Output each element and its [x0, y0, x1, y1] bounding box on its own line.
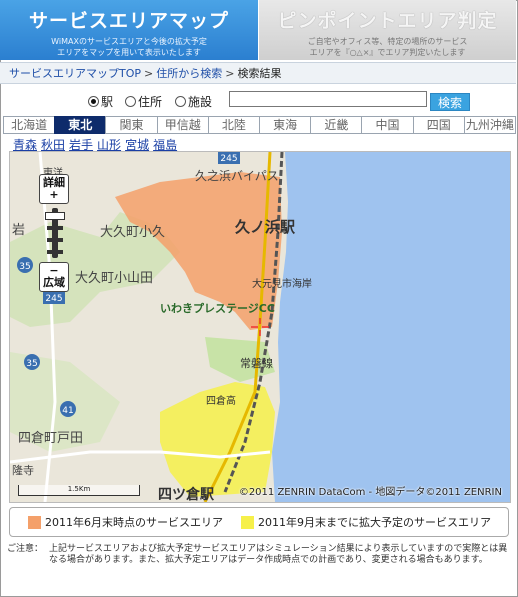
- tab-title: ピンポイントエリア判定: [277, 10, 498, 32]
- breadcrumb-separator: >: [144, 67, 154, 80]
- radio-label: 駅: [101, 95, 114, 109]
- breadcrumb-separator: >: [225, 67, 235, 80]
- search-form: 駅 住所 施設 検索: [0, 91, 516, 113]
- map-canvas[interactable]: 久之浜バイパス 久ノ浜駅 大久町小久 大久町小山田 大元見市海岸 いわきプレステ…: [10, 152, 510, 502]
- region-tabs: 北海道 東北 関東 甲信越 北陸 東海 近畿 中国 四国 九州沖縄: [3, 116, 517, 134]
- legend-swatch-current: [28, 515, 41, 529]
- pref-link-miyagi[interactable]: 宮城: [125, 138, 149, 152]
- region-tab-kyushu-okinawa[interactable]: 九州沖縄: [463, 116, 517, 134]
- tab-subtitle: エリアを『○△×』でエリア判定いたします: [309, 48, 466, 57]
- region-tab-tohoku[interactable]: 東北: [54, 116, 107, 134]
- plus-icon: +: [49, 188, 59, 201]
- breadcrumb-current: 検索結果: [237, 67, 282, 80]
- zoom-slider[interactable]: [39, 208, 71, 258]
- radio-label: 住所: [138, 95, 163, 109]
- svg-text:41: 41: [62, 406, 73, 416]
- pref-link-iwate[interactable]: 岩手: [69, 138, 93, 152]
- breadcrumb: サービスエリアマップTOP > 住所から検索 > 検索結果: [0, 62, 516, 84]
- map-label: 隆寺: [12, 463, 34, 477]
- region-tab-hokkaido[interactable]: 北海道: [3, 116, 56, 134]
- zoom-control: 詳細 + − 広域: [39, 174, 71, 292]
- map-label: 四倉町戸田: [18, 431, 83, 446]
- zoom-tick: [47, 250, 63, 254]
- disclaimer-label: ご注意：: [7, 544, 44, 554]
- region-tab-chugoku[interactable]: 中国: [361, 116, 414, 134]
- radio-facility[interactable]: 施設: [175, 93, 212, 110]
- tab-subtitle: エリアをマップを用いて表示いたします: [57, 48, 201, 57]
- map-copyright: ©2011 ZENRIN DataCom - 地図データ©2011 ZENRIN: [238, 487, 502, 498]
- breadcrumb-top-link[interactable]: サービスエリアマップTOP: [9, 67, 141, 80]
- svg-text:245: 245: [45, 294, 62, 304]
- radio-station[interactable]: 駅: [88, 93, 113, 110]
- map-label: 常磐線: [240, 356, 273, 370]
- map-label: 大久町小久: [100, 225, 165, 240]
- radio-dot: [88, 96, 99, 107]
- map-label: 久之浜バイパス: [195, 169, 279, 183]
- svg-text:35: 35: [26, 359, 37, 369]
- region-tab-tokai[interactable]: 東海: [259, 116, 312, 134]
- route-shield-icon: 35: [17, 257, 33, 273]
- disclaimer: ご注意： 上記サービスエリアおよび拡大予定サービスエリアはシミュレーション結果に…: [7, 544, 511, 566]
- coverage-map[interactable]: 久之浜バイパス 久ノ浜駅 大久町小久 大久町小山田 大元見市海岸 いわきプレステ…: [9, 151, 511, 503]
- pref-link-aomori[interactable]: 青森: [13, 138, 37, 152]
- search-input[interactable]: [229, 91, 427, 107]
- zoom-out-label: 広域: [43, 276, 65, 289]
- radio-label: 施設: [188, 95, 213, 109]
- pref-link-akita[interactable]: 秋田: [41, 138, 65, 152]
- radio-dot: [125, 96, 136, 107]
- zoom-in-button[interactable]: 詳細 +: [39, 174, 69, 204]
- map-label: いわきプレステージCC: [160, 301, 275, 315]
- map-label: 岩: [12, 223, 25, 238]
- sea: [272, 152, 510, 502]
- svg-text:245: 245: [220, 154, 237, 164]
- route-shield-icon: 245: [218, 152, 240, 164]
- tab-title: サービスエリアマップ: [28, 10, 229, 32]
- tab-subtitle: WiMAXのサービスエリアと今後の拡大予定: [51, 37, 207, 46]
- legend-label-planned: 2011年9月末までに拡大予定のサービスエリア: [258, 516, 491, 529]
- tab-pinpoint-area[interactable]: ピンポイントエリア判定 ご自宅やオフィス等、特定の場所のサービス エリアを『○△…: [259, 0, 516, 60]
- legend-label-current: 2011年6月末時点のサービスエリア: [45, 516, 223, 529]
- radio-address[interactable]: 住所: [125, 93, 162, 110]
- region-tab-shikoku[interactable]: 四国: [412, 116, 465, 134]
- breadcrumb-address-link[interactable]: 住所から検索: [156, 67, 222, 80]
- route-shield-icon: 245: [43, 291, 65, 304]
- map-label: 四倉高: [206, 394, 236, 407]
- tab-service-area-map[interactable]: サービスエリアマップ WiMAXのサービスエリアと今後の拡大予定 エリアをマップ…: [0, 0, 259, 60]
- map-label-station: 四ツ倉駅: [158, 486, 215, 502]
- zoom-out-button[interactable]: − 広域: [39, 262, 69, 292]
- svg-text:35: 35: [19, 262, 30, 272]
- map-scale-bar: 1.5Km: [18, 485, 140, 496]
- pref-link-fukushima[interactable]: 福島: [153, 138, 177, 152]
- pref-link-yamagata[interactable]: 山形: [97, 138, 121, 152]
- region-tab-kinki[interactable]: 近畿: [310, 116, 363, 134]
- legend-swatch-planned: [241, 515, 254, 529]
- zoom-tick: [47, 238, 63, 242]
- map-legend: 2011年6月末時点のサービスエリア 2011年9月末までに拡大予定のサービスエ…: [9, 507, 509, 537]
- map-label: 大元見市海岸: [252, 277, 312, 290]
- map-label-station: 久ノ浜駅: [235, 218, 296, 236]
- tab-subtitle: ご自宅やオフィス等、特定の場所のサービス: [307, 37, 468, 46]
- radio-dot: [175, 96, 186, 107]
- region-tab-koshinetsu[interactable]: 甲信越: [156, 116, 209, 134]
- region-tab-kanto[interactable]: 関東: [105, 116, 158, 134]
- zoom-tick: [47, 226, 63, 230]
- map-label: 大久町小山田: [75, 271, 153, 286]
- disclaimer-text: 上記サービスエリアおよび拡大予定サービスエリアはシミュレーション結果により表示し…: [49, 544, 508, 565]
- search-button[interactable]: 検索: [430, 93, 470, 111]
- route-shield-icon: 35: [24, 354, 40, 370]
- route-shield-icon: 41: [60, 401, 76, 417]
- region-tab-hokuriku[interactable]: 北陸: [207, 116, 261, 134]
- zoom-slider-handle[interactable]: [45, 212, 65, 220]
